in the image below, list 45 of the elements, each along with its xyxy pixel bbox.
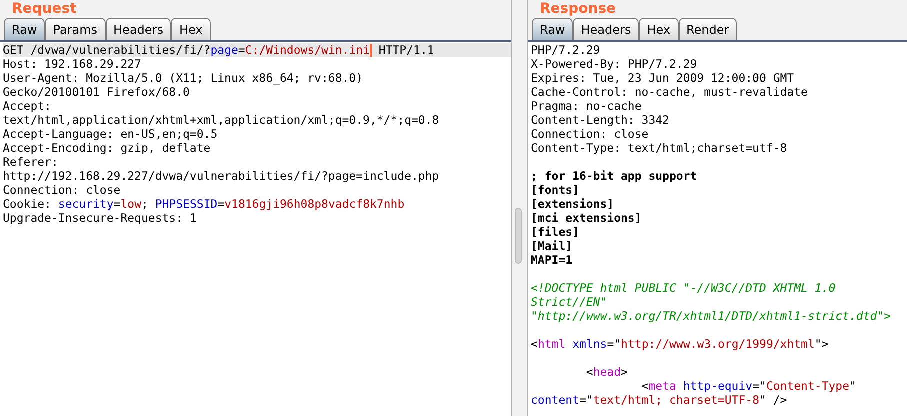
tab[interactable]: Headers: [573, 18, 640, 40]
code-line: Content-Length: 3342: [531, 113, 670, 127]
code-line: text/html,application/xhtml+xml,application/xml;q=0.9,*/*;q=0.8: [3, 113, 440, 127]
code-line: "http://www.w3.org/TR/xhtml1/DTD/xhtml1-strict.dtd">: [531, 309, 892, 323]
code-line: <!DOCTYPE html PUBLIC "-//W3C//DTD XHTML 1.0: [531, 281, 837, 295]
code-line: [files]: [531, 225, 580, 239]
code-line: Host: 192.168.29.227: [3, 57, 142, 71]
code-line: Accept-Language: en-US,en;q=0.5: [3, 127, 219, 141]
code-line: ; for 16-bit app support: [531, 169, 698, 183]
code-line: Cookie: security=low; PHPSESSID=v1816gji96h08p8vadcf8k7nhb: [3, 197, 406, 211]
code-line: <html xmlns="http://www.w3.org/1999/xhtml">: [531, 337, 830, 351]
code-line: [fonts]: [531, 183, 580, 197]
code-line: Accept-Encoding: gzip, deflate: [3, 141, 212, 155]
code-line: MAPI=1: [531, 253, 574, 267]
code-line: Connection: close: [531, 127, 650, 141]
code-line: User-Agent: Mozilla/5.0 (X11; Linux x86_64; rv:68.0): [3, 71, 364, 85]
panel-title: Request: [11, 0, 77, 18]
code-line: [mci extensions]: [531, 211, 643, 225]
code-line: Expires: Tue, 23 Jun 2009 12:00:00 GMT: [531, 71, 796, 85]
scrollbar-thumb[interactable]: [515, 208, 522, 264]
code-line: Pragma: no-cache: [531, 99, 643, 113]
code-line: X-Powered-By: PHP/7.2.29: [531, 57, 698, 71]
code-line: Upgrade-Insecure-Requests: 1: [3, 211, 198, 225]
tab[interactable]: Raw: [532, 18, 574, 40]
tab[interactable]: Params: [45, 18, 106, 40]
tab[interactable]: Headers: [106, 18, 172, 40]
code-line: Cache-Control: no-cache, must-revalidate: [531, 85, 809, 99]
code-line: http://192.168.29.227/dvwa/vulnerabilities/fi/?page=include.php: [3, 169, 440, 183]
tab[interactable]: Hex: [171, 18, 211, 40]
code-line: PHP/7.2.29: [531, 43, 602, 57]
panel-title: Response: [539, 0, 616, 18]
code-line: content="text/html; charset=UTF-8" />: [531, 393, 788, 407]
code-line: Accept:: [3, 99, 52, 113]
code-line: <head>: [585, 365, 629, 379]
code-line: <meta http-equiv="Content-Type": [640, 379, 858, 393]
code-line: [Mail]: [531, 239, 574, 253]
tab[interactable]: Hex: [639, 18, 678, 40]
code-line: Strict//EN": [531, 295, 608, 309]
code-line: Content-Type: text/html;charset=utf-8: [531, 141, 788, 155]
tab[interactable]: Raw: [4, 18, 46, 40]
code-line: Gecko/20100101 Firefox/68.0: [3, 85, 191, 99]
code-line: [extensions]: [531, 197, 616, 211]
code-line: Connection: close: [3, 183, 122, 197]
code-line: Referer:: [3, 155, 60, 169]
tab[interactable]: Render: [678, 18, 738, 40]
